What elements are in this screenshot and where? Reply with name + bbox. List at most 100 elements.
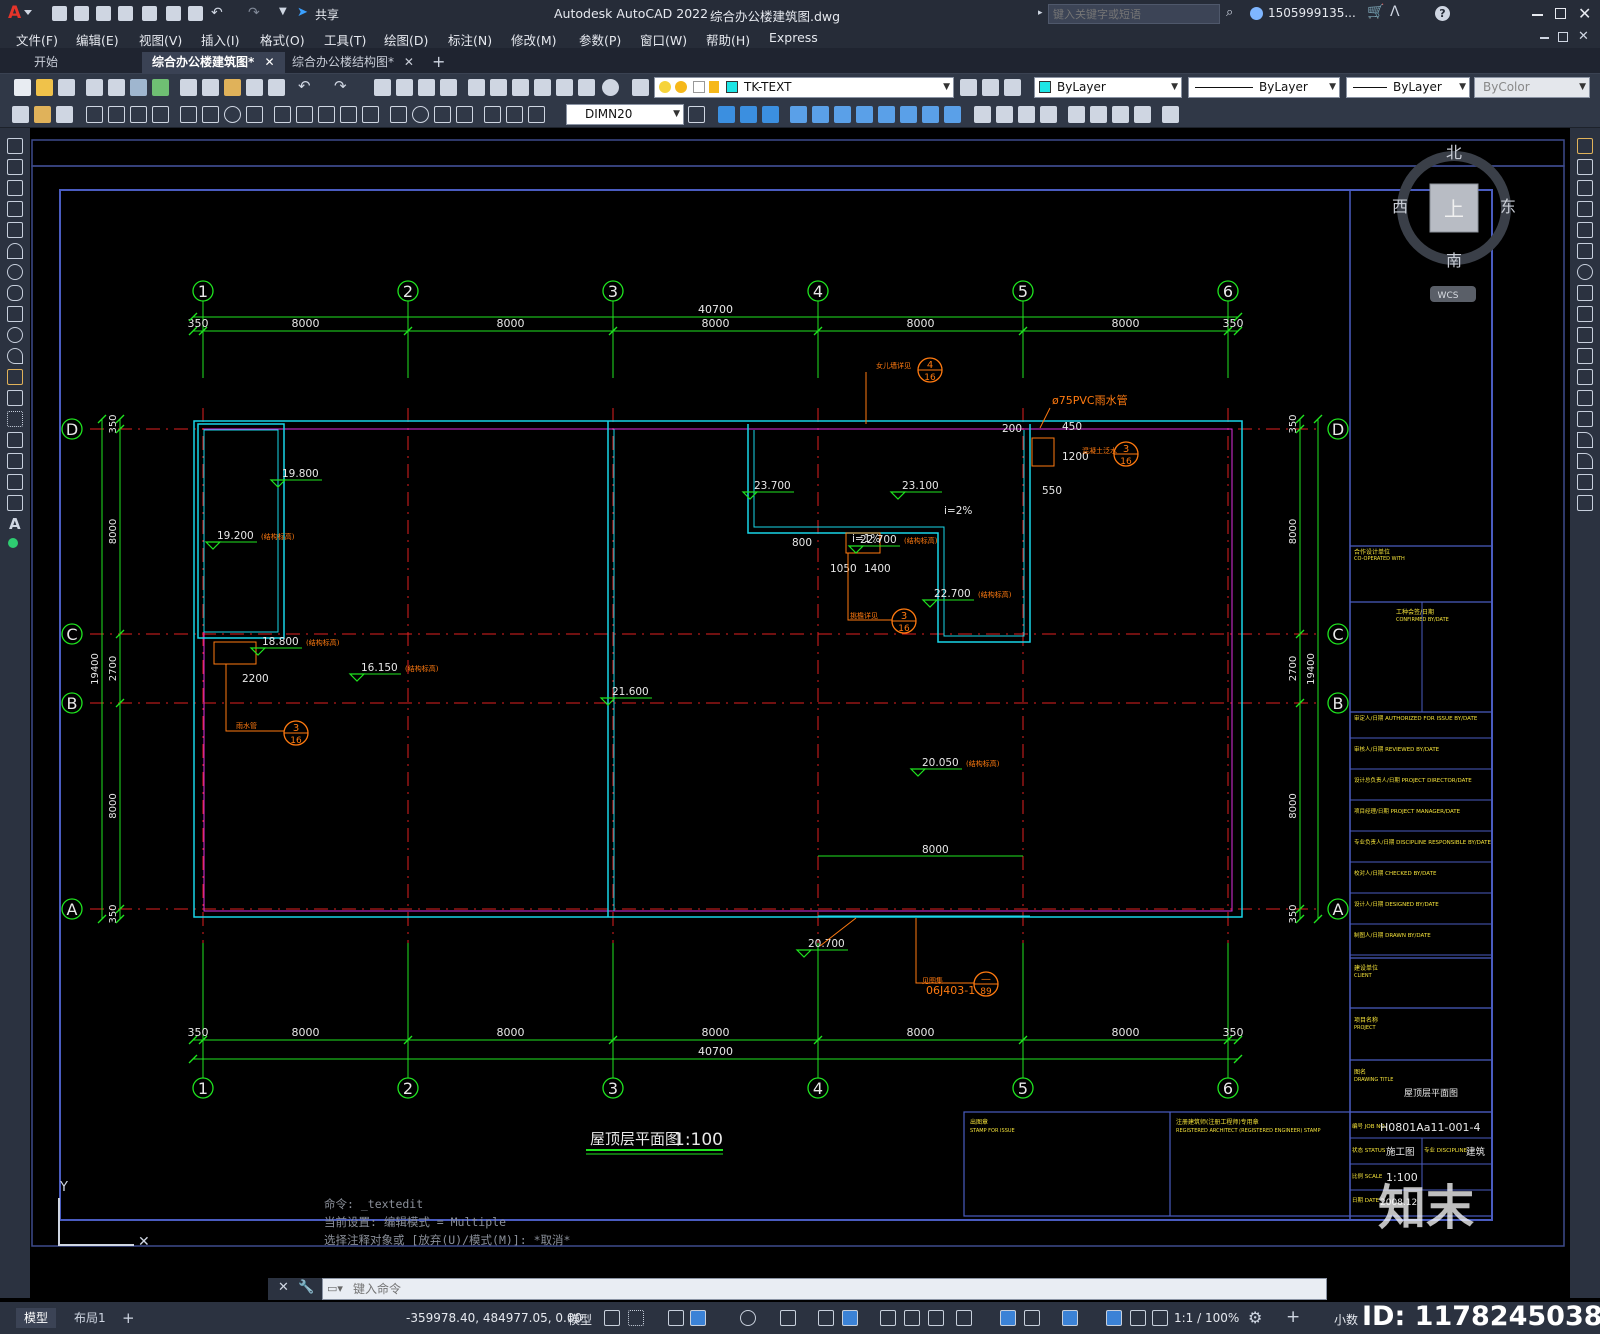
offset-icon[interactable] [1577, 201, 1593, 217]
new-file-icon[interactable] [52, 6, 67, 21]
layer-previous-icon[interactable] [982, 79, 999, 96]
isodraft-icon[interactable] [780, 1310, 796, 1326]
menu-help[interactable]: 帮助(H) [706, 30, 750, 49]
share-label[interactable]: 共享 [315, 6, 339, 23]
polar-tracking-icon[interactable] [740, 1310, 756, 1326]
make-current-icon[interactable] [960, 79, 977, 96]
dimstyle-dropdown[interactable]: DIMN20 ▼ [566, 104, 684, 125]
construction-line-icon[interactable] [7, 159, 23, 175]
model-tab[interactable]: 模型 [16, 1308, 57, 1328]
doc-minimize-icon[interactable] [1540, 37, 1549, 39]
3d-align-icon[interactable] [1112, 106, 1129, 123]
share-icon[interactable]: ➤ [297, 5, 308, 20]
annotation-monitor-icon[interactable]: + [1286, 1307, 1300, 1327]
selection-filter-icon[interactable] [1024, 1310, 1040, 1326]
copy-icon[interactable] [202, 79, 219, 96]
lineweight-icon[interactable] [880, 1310, 896, 1326]
add-selected-icon[interactable] [8, 538, 18, 548]
color-dropdown[interactable]: ByLayer ▼ [1034, 77, 1182, 98]
stretch-icon[interactable] [1577, 306, 1593, 322]
object-snap-icon[interactable] [842, 1310, 858, 1326]
rectangle-icon[interactable] [7, 222, 23, 238]
rotate-icon[interactable] [1577, 264, 1593, 280]
save-icon[interactable] [58, 79, 75, 96]
publish-icon[interactable] [130, 79, 147, 96]
linear-dim-icon[interactable] [86, 106, 103, 123]
continue-dim-icon[interactable] [318, 106, 335, 123]
union-icon[interactable] [900, 106, 917, 123]
redo-icon[interactable]: ↷ [248, 5, 260, 21]
menu-modify[interactable]: 修改(M) [511, 30, 557, 49]
menu-edit[interactable]: 编辑(E) [76, 30, 119, 49]
maximize-icon[interactable] [1555, 8, 1566, 19]
lineweight-dropdown[interactable]: ByLayer ▼ [1346, 77, 1470, 98]
viewcube[interactable]: 上 北南 东 西 WCS [1392, 143, 1516, 302]
presspull-icon[interactable] [812, 106, 829, 123]
dynamic-ucs-icon[interactable] [1000, 1310, 1016, 1326]
dim-edit-icon[interactable] [484, 106, 501, 123]
solid-box-icon[interactable] [718, 106, 735, 123]
radius-dim-icon[interactable] [180, 106, 197, 123]
user-icon[interactable] [1250, 7, 1263, 20]
chamfer-icon[interactable] [1577, 432, 1593, 448]
transparency-icon[interactable] [904, 1310, 920, 1326]
erase-icon[interactable] [1577, 138, 1593, 154]
redo-icon[interactable]: ↷ [334, 77, 347, 95]
menu-file[interactable]: 文件(F) [16, 30, 58, 49]
polyline-icon[interactable] [7, 180, 23, 196]
aligned-dim-icon[interactable] [108, 106, 125, 123]
tb-quick-dim-icon[interactable] [34, 106, 51, 123]
revolve-icon[interactable] [856, 106, 873, 123]
jogged-dim-icon[interactable] [202, 106, 219, 123]
menu-view[interactable]: 视图(V) [139, 30, 182, 49]
3d-move-icon[interactable] [1068, 106, 1085, 123]
design-center-icon[interactable] [490, 79, 507, 96]
help-icon[interactable]: ? [1435, 6, 1450, 21]
array-icon[interactable] [1577, 222, 1593, 238]
multiline-text-icon[interactable]: A [9, 515, 21, 533]
annotation-scale-value[interactable]: 1:1 / 100% [1174, 1311, 1239, 1325]
command-line[interactable]: ▭▾ [322, 1278, 1327, 1300]
loft-icon[interactable] [878, 106, 895, 123]
3d-array-icon[interactable] [1134, 106, 1151, 123]
polygon-icon[interactable] [7, 201, 23, 217]
pan-icon[interactable] [374, 79, 391, 96]
tab-start[interactable]: 开始 [24, 52, 68, 74]
coordinates-readout[interactable]: -359978.40, 484977.05, 0.00 [406, 1311, 582, 1325]
properties-icon[interactable] [468, 79, 485, 96]
jogged-linear-icon[interactable] [456, 106, 473, 123]
blend-curves-icon[interactable] [1577, 474, 1593, 490]
flatshot-icon[interactable] [1162, 106, 1179, 123]
menu-parameters[interactable]: 参数(P) [579, 30, 621, 49]
gizmo-icon[interactable] [1062, 1310, 1078, 1326]
object-snap-tracking-icon[interactable] [818, 1310, 834, 1326]
tb-text-icon[interactable] [56, 106, 73, 123]
baseline-dim-icon[interactable] [296, 106, 313, 123]
insert-block-icon[interactable] [7, 369, 23, 385]
ellipse-arc-icon[interactable] [7, 348, 23, 364]
tool-palettes-icon[interactable] [512, 79, 529, 96]
arc-icon[interactable] [7, 243, 23, 259]
intersect-icon[interactable] [944, 106, 961, 123]
move-icon[interactable] [1577, 243, 1593, 259]
gradient-icon[interactable] [7, 453, 23, 469]
menu-dimension[interactable]: 标注(N) [448, 30, 492, 49]
save-as-icon[interactable] [118, 6, 133, 21]
trim-icon[interactable] [1577, 327, 1593, 343]
tab-architecture[interactable]: 综合办公楼建筑图* ✕ [142, 52, 285, 74]
subtract-icon[interactable] [922, 106, 939, 123]
undo-icon[interactable]: ↶ [298, 77, 311, 95]
open-web-icon[interactable] [142, 6, 157, 21]
block-editor-icon[interactable] [268, 79, 285, 96]
menu-tools[interactable]: 工具(T) [324, 30, 366, 49]
mirror-icon[interactable] [1577, 180, 1593, 196]
spline-icon[interactable] [7, 306, 23, 322]
layout-tab[interactable]: 布局1 [66, 1308, 114, 1328]
dim-text-edit-icon[interactable] [506, 106, 523, 123]
arc-length-icon[interactable] [130, 106, 147, 123]
extend-icon[interactable] [1577, 348, 1593, 364]
close-command-icon[interactable]: ✕ [278, 1280, 289, 1295]
hatch-icon[interactable] [7, 432, 23, 448]
cart-icon[interactable]: 🛒 [1367, 4, 1384, 20]
model-space-button[interactable]: 模型 [568, 1311, 592, 1328]
